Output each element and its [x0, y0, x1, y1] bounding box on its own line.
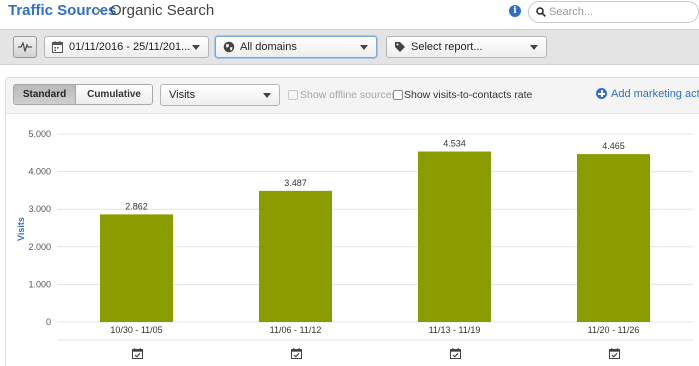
y-tick-label: 5.000	[28, 129, 51, 139]
calendar-check-icon[interactable]	[608, 346, 620, 359]
bar-value-label: 2.862	[125, 201, 148, 211]
y-tick-label: 4.000	[28, 167, 51, 177]
bar	[259, 190, 332, 322]
calendar-check-icon[interactable]	[449, 346, 461, 359]
x-tick-label: 11/20 - 11/26	[588, 325, 640, 335]
calendar-check-icon[interactable]	[290, 346, 302, 359]
bar-value-label: 4.534	[443, 139, 466, 149]
y-tick-label: 2.000	[28, 242, 51, 252]
x-tick-label: 10/30 - 11/05	[110, 325, 162, 335]
visits-bar-chart: 0 1.000 2.000 3.000 4.000 5.000 Visits 2.862 10/…	[16, 129, 693, 341]
x-tick-label: 11/06 - 11/12	[270, 325, 322, 335]
y-tick-label: 3.000	[28, 204, 51, 214]
bar-value-label: 4.465	[602, 141, 625, 151]
calendar-check-icon[interactable]	[131, 346, 143, 359]
y-tick-label: 1.000	[28, 279, 51, 289]
bar	[418, 151, 491, 322]
y-tick-label: 0	[46, 317, 51, 327]
bar-value-label: 3.487	[284, 178, 307, 188]
bar	[577, 154, 650, 322]
x-tick-label: 11/13 - 11/19	[429, 325, 481, 335]
y-axis-label: Visits	[16, 217, 26, 241]
bar	[100, 214, 173, 322]
